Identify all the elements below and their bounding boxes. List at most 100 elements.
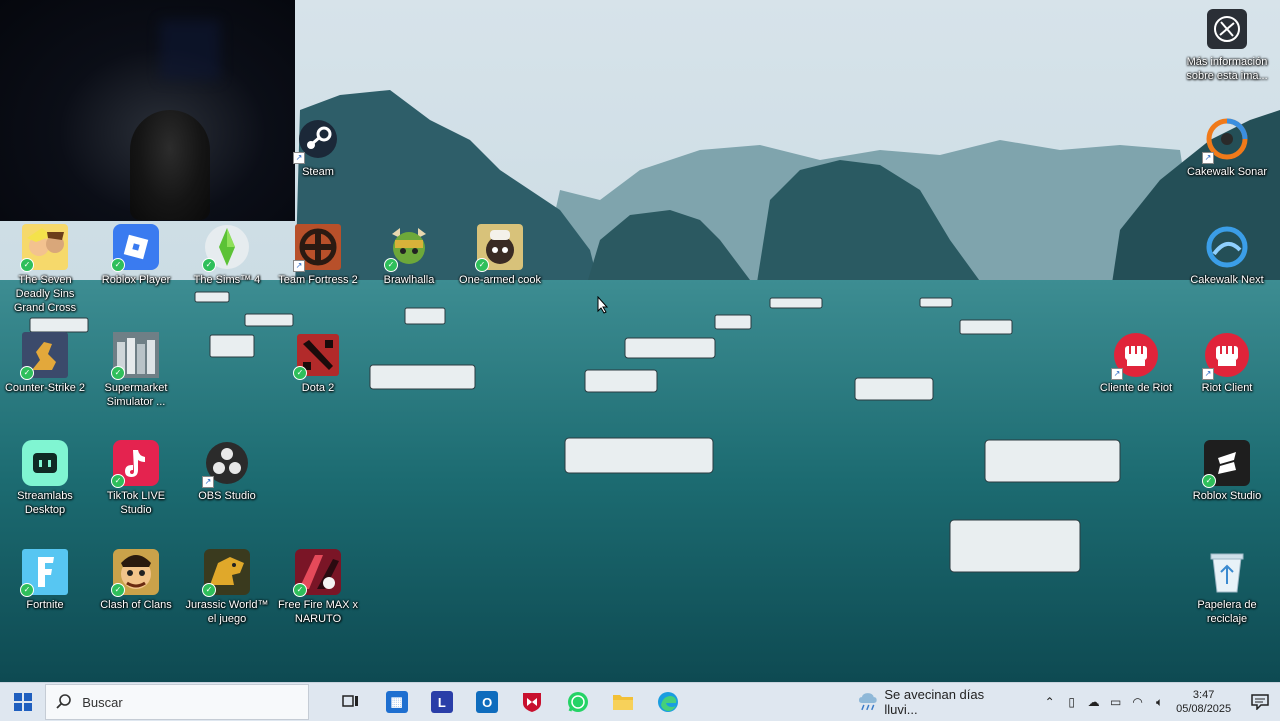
clash-of-clans-icon: ✓: [111, 549, 159, 597]
shortcut-arrow-icon: ↗: [293, 152, 305, 164]
taskbar-clock[interactable]: 3:47 05/08/2025: [1176, 688, 1232, 716]
sync-check-icon: ✓: [111, 583, 125, 597]
sync-check-icon: ✓: [20, 258, 34, 272]
one-armed-cook-icon: ✓: [475, 224, 523, 272]
show-hidden-icons-chevron-up-icon[interactable]: ⌃: [1039, 683, 1061, 721]
sync-check-icon: ✓: [293, 366, 307, 380]
desktop-icon-label: Cakewalk Sonar: [1186, 166, 1268, 178]
notification-center-button[interactable]: [1241, 683, 1280, 721]
sync-check-icon: ✓: [20, 583, 34, 597]
desktop-icon-label: Cakewalk Next: [1190, 274, 1264, 286]
desktop-icon-label: One-armed cook: [459, 274, 541, 286]
desktop-icon-label: Clash of Clans: [100, 599, 172, 611]
desktop-icon-one-armed-cook[interactable]: ✓ One-armed cook: [455, 224, 545, 287]
desktop-icon-label: OBS Studio: [198, 490, 256, 502]
desktop-icon-cakewalk-next[interactable]: Cakewalk Next: [1182, 224, 1272, 287]
desktop-icon-clash-of-clans[interactable]: ✓ Clash of Clans: [91, 549, 181, 612]
whatsapp-icon: [567, 692, 588, 712]
desktop-icon-sims4[interactable]: ✓ The Sims™ 4: [182, 224, 272, 287]
desktop-icon-obs-studio[interactable]: ↗ OBS Studio: [182, 440, 272, 503]
desktop-icon-label: Brawlhalla: [383, 274, 435, 286]
dota-icon: ✓: [293, 332, 341, 380]
desktop-icon-papelera[interactable]: Papelera de reciclaje: [1182, 549, 1272, 626]
desktop-icon-label: TikTok LIVE Studio: [106, 490, 166, 516]
clock-time: 3:47: [1192, 689, 1215, 701]
taskbar-whatsapp[interactable]: [555, 683, 600, 721]
desktop-icon-riot-client[interactable]: ↗ Riot Client: [1182, 332, 1272, 395]
sync-check-icon: ✓: [111, 366, 125, 380]
clock-date: 05/08/2025: [1176, 703, 1232, 715]
start-button[interactable]: [0, 683, 45, 721]
sims-plumbob-icon: ✓: [202, 224, 250, 272]
desktop-icon-free-fire[interactable]: ✓ Free Fire MAX x NARUTO: [273, 549, 363, 626]
taskbar: Buscar ▦ L O Se avecinan días lluvi... ⌃…: [0, 682, 1280, 721]
desktop-icon-cakewalk-sonar[interactable]: ↗ Cakewalk Sonar: [1182, 116, 1272, 179]
free-fire-icon: ✓: [293, 549, 341, 597]
desktop-icon-jurassic-world[interactable]: ✓ Jurassic World™ el juego: [182, 549, 272, 626]
counter-strike-icon: ✓: [20, 332, 68, 380]
desktop-icon-label: Team Fortress 2: [278, 274, 358, 286]
file-explorer-icon: [612, 695, 633, 710]
riot-fist-icon: ↗: [1111, 332, 1159, 380]
supermarket-icon: ✓: [111, 332, 159, 380]
desktop-icon-fortnite[interactable]: ✓ Fortnite: [0, 549, 90, 612]
sync-check-icon: ✓: [111, 258, 125, 272]
mcafee-icon: [523, 693, 542, 712]
notification-icon: [1251, 694, 1270, 710]
desktop-icon-cliente-riot[interactable]: ↗ Cliente de Riot: [1091, 332, 1181, 395]
desktop-icon-tf2[interactable]: ↗ Team Fortress 2: [273, 224, 363, 287]
recycle-bin-icon: [1204, 549, 1250, 595]
webcam-glow: [160, 20, 220, 80]
desktop-icon-counter-strike-2[interactable]: ✓ Counter-Strike 2: [0, 332, 90, 395]
taskbar-outlook[interactable]: O: [465, 683, 510, 721]
desktop-icon-steam[interactable]: ↗ Steam: [273, 116, 363, 179]
wifi-icon[interactable]: ◠: [1127, 683, 1149, 721]
desktop-icon-mas-informacion[interactable]: Más información sobre esta ima...: [1182, 6, 1272, 83]
shortcut-arrow-icon: ↗: [1111, 368, 1123, 380]
shortcut-arrow-icon: ↗: [1202, 368, 1214, 380]
roblox-icon: ✓: [111, 224, 159, 272]
desktop-icon-label: Papelera de reciclaje: [1197, 599, 1257, 625]
device-icon[interactable]: ▯: [1061, 683, 1083, 721]
sync-check-icon: ✓: [202, 258, 216, 272]
desktop-icon-seven-deadly-sins[interactable]: ✓ The Seven Deadly Sins Grand Cross: [0, 224, 90, 315]
weather-text: Se avecinan días lluvi...: [884, 687, 985, 717]
taskbar-file-explorer[interactable]: [600, 683, 645, 721]
taskbar-l-app[interactable]: L: [419, 683, 464, 721]
taskbar-search-box[interactable]: Buscar: [45, 684, 310, 720]
taskbar-mcafee[interactable]: [510, 683, 555, 721]
task-view-icon: [342, 695, 359, 707]
taskbar-edge[interactable]: [646, 683, 691, 721]
tiktok-icon: ✓: [111, 440, 159, 488]
desktop-icon-dota2[interactable]: ✓ Dota 2: [273, 332, 363, 395]
task-view-button[interactable]: [329, 683, 374, 721]
roblox-studio-icon: ✓: [1202, 440, 1250, 488]
sync-check-icon: ✓: [20, 366, 34, 380]
desktop-icon-streamlabs[interactable]: Streamlabs Desktop: [0, 440, 90, 517]
battery-icon[interactable]: ▭: [1105, 683, 1127, 721]
desktop-icon-label: Supermarket Simulator ...: [104, 382, 168, 408]
desktop-icon-label: Cliente de Riot: [1099, 382, 1173, 394]
tf2-icon: ↗: [293, 224, 341, 272]
desktop-icon-roblox-studio[interactable]: ✓ Roblox Studio: [1182, 440, 1272, 503]
onedrive-sync-icon[interactable]: ☁: [1083, 683, 1105, 721]
taskbar-microsoft-store[interactable]: ▦: [374, 683, 419, 721]
desktop-icon-brawlhalla[interactable]: ✓ Brawlhalla: [364, 224, 454, 287]
jurassic-world-icon: ✓: [202, 549, 250, 597]
desktop-icon-roblox-player[interactable]: ✓ Roblox Player: [91, 224, 181, 287]
cakewalk-sonar-icon: ↗: [1202, 116, 1250, 164]
sync-check-icon: ✓: [1202, 474, 1216, 488]
steam-icon: ↗: [293, 116, 341, 164]
desktop-icon-tiktok-live[interactable]: ✓ TikTok LIVE Studio: [91, 440, 181, 517]
taskbar-weather-widget[interactable]: Se avecinan días lluvi...: [857, 687, 1019, 717]
desktop-icon-label: Free Fire MAX x NARUTO: [277, 599, 359, 625]
volume-icon[interactable]: 🔈︎: [1149, 683, 1171, 721]
brawlhalla-icon: ✓: [384, 224, 432, 272]
windows-logo-icon: [13, 693, 32, 711]
webcam-person: [130, 110, 210, 220]
streamlabs-icon: [22, 440, 68, 486]
sync-check-icon: ✓: [293, 583, 307, 597]
edge-icon: [658, 692, 679, 712]
desktop-icon-supermarket-simulator[interactable]: ✓ Supermarket Simulator ...: [91, 332, 181, 409]
desktop-icon-label: The Sims™ 4: [193, 274, 261, 286]
